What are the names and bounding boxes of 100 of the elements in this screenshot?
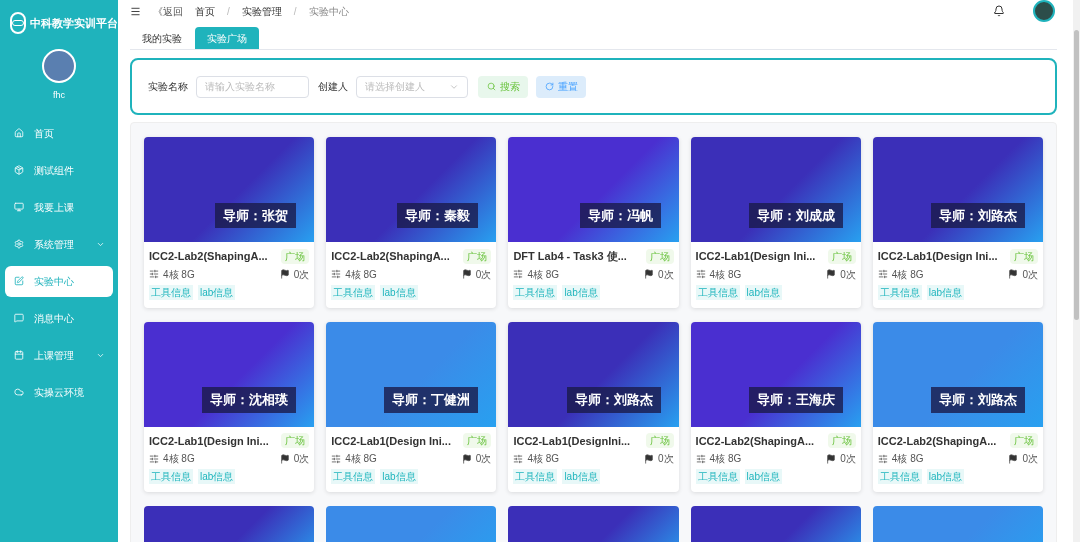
nav-item[interactable]: 实验中心 (5, 265, 113, 297)
usage-count: 0次 (658, 267, 674, 282)
search-button[interactable]: 搜索 (478, 75, 528, 98)
status-tag: 广场 (281, 433, 310, 449)
scrollbar[interactable] (1073, 0, 1080, 542)
flag-icon (1008, 453, 1019, 464)
info-tag[interactable]: lab信息 (926, 469, 965, 484)
input-field[interactable]: 请输入实验名称 (196, 75, 309, 98)
status-tag: 广场 (827, 248, 856, 264)
user-name: fhc (53, 89, 65, 102)
sliders-icon (695, 269, 706, 279)
breadcrumb-item[interactable]: 实验管理 (241, 3, 282, 19)
info-tag[interactable]: lab信息 (744, 469, 782, 484)
lab-card[interactable]: 导师：张贺 ICC2-Lab2(ShapingA... 广场 4核 8G 0次 工具信息 lab信息 (144, 137, 315, 308)
resource-spec: 4核 8G (891, 452, 924, 466)
back-link[interactable]: 《返回 (153, 3, 183, 19)
info-tag[interactable]: 工具信息 (695, 284, 740, 300)
tab[interactable]: 实验广场 (195, 27, 259, 49)
info-tag[interactable]: 工具信息 (331, 284, 376, 300)
card-title: ICC2-Lab1(Design Ini... (331, 433, 451, 449)
info-tag[interactable]: 工具信息 (149, 284, 193, 300)
flag-icon (461, 453, 472, 464)
sliders-icon (695, 453, 706, 464)
status-tag: 广场 (281, 248, 310, 264)
info-tag[interactable]: lab信息 (562, 284, 600, 300)
resource-spec: 4核 8G (709, 452, 742, 466)
reset-button[interactable]: 重置 (536, 75, 586, 98)
card-title: ICC2-Lab2(ShapingA... (149, 249, 268, 264)
breadcrumb-item[interactable]: 首页 (195, 3, 215, 19)
tutor-label: 导师：刘成成 (748, 202, 843, 228)
info-tag[interactable]: lab信息 (926, 284, 965, 300)
card-title: ICC2-Lab1(Design Ini... (695, 249, 816, 264)
breadcrumb-item: 实验中心 (308, 4, 349, 19)
status-tag: 广场 (463, 248, 492, 264)
flag-icon (826, 269, 837, 279)
info-tag[interactable]: 工具信息 (513, 469, 558, 484)
tutor-label: 导师：刘路杰 (931, 387, 1025, 413)
status-tag: 广场 (463, 433, 492, 449)
resource-spec: 4核 8G (527, 267, 560, 282)
tutor-label: 导师：刘路杰 (566, 387, 661, 413)
resource-spec: 4核 8G (527, 452, 560, 466)
nav-item[interactable]: 首页 (5, 117, 113, 149)
search-icon (486, 82, 496, 91)
info-tag[interactable]: 工具信息 (331, 469, 376, 484)
avatar (42, 49, 76, 83)
status-tag: 广场 (645, 433, 674, 449)
info-tag[interactable]: lab信息 (380, 469, 418, 484)
info-tag[interactable]: 工具信息 (513, 284, 558, 300)
lab-card[interactable]: 导师：刘成成 ICC2-Lab1(Design Ini... 广场 4核 8G 0次 工具信息 lab信息 (690, 137, 861, 308)
info-tag[interactable]: lab信息 (562, 469, 600, 484)
lab-card[interactable]: 导师：沈相瑛 ICC2-Lab1(Design Ini... 广场 4核 8G 0次 工具信息 lab信息 (144, 321, 315, 492)
nav-item[interactable]: 消息中心 (5, 302, 113, 334)
info-tag[interactable]: 工具信息 (149, 469, 193, 484)
card-title: ICC2-Lab2(ShapingA... (877, 433, 997, 449)
sliders-icon (149, 453, 159, 464)
info-tag[interactable]: lab信息 (198, 469, 236, 484)
sliders-icon (877, 269, 888, 279)
resource-spec: 4核 8G (345, 267, 377, 282)
lab-card[interactable]: 导师：刘路杰 ICC2-Lab2(ShapingA... 广场 4核 8G 0次 工具信息 lab信息 (872, 321, 1043, 492)
status-tag: 广场 (645, 248, 674, 264)
lab-card[interactable]: 导师：刘路杰 ICC2-Lab1(Design Ini... 广场 4核 8G 0次 工具信息 lab信息 (872, 137, 1043, 308)
resource-spec: 4核 8G (709, 267, 742, 282)
nav-item[interactable]: 我要上课 (5, 191, 113, 223)
nav-item[interactable]: 测试组件 (5, 154, 113, 186)
flag-icon (644, 269, 655, 279)
info-tag[interactable]: lab信息 (380, 284, 418, 300)
tutor-label: 导师：丁健洲 (384, 387, 479, 413)
info-tag[interactable]: 工具信息 (877, 284, 922, 300)
usage-count: 0次 (840, 267, 856, 282)
info-tag[interactable]: 工具信息 (877, 469, 922, 484)
usage-count: 0次 (1022, 452, 1038, 466)
lab-card[interactable]: 导师：丁健洲 ICC2-Lab1(Design Ini... 广场 4核 8G 0次 工具信息 lab信息 (326, 321, 497, 492)
flag-icon (826, 453, 837, 464)
breadcrumb-separator: / (227, 4, 230, 19)
notification-icon[interactable] (993, 5, 1005, 17)
nav-item[interactable]: 系统管理 (5, 228, 113, 260)
sliders-icon (513, 453, 524, 464)
lab-card[interactable]: 导师：秦毅 ICC2-Lab2(ShapingA... 广场 4核 8G 0次 工具信息 lab信息 (326, 137, 497, 308)
lab-card[interactable]: 导师：刘路杰 ICC2-Lab1(DesignIni... 广场 4核 8G 0次 工具信息 lab信息 (508, 321, 679, 492)
tutor-label: 导师：秦毅 (397, 202, 479, 228)
breadcrumb-separator: / (293, 4, 297, 19)
info-tag[interactable]: lab信息 (198, 284, 236, 300)
nav-item[interactable]: 实操云环境 (5, 376, 113, 408)
nav-item[interactable]: 上课管理 (5, 339, 113, 371)
info-tag[interactable]: 工具信息 (695, 469, 740, 484)
flag-icon (461, 269, 472, 279)
lab-card[interactable]: 导师：王海庆 ICC2-Lab2(ShapingA... 广场 4核 8G 0次 工具信息 lab信息 (690, 321, 861, 492)
field-label: 实验名称 (148, 80, 188, 94)
tab[interactable]: 我的实验 (130, 27, 194, 49)
usage-count: 0次 (475, 267, 492, 282)
resource-spec: 4核 8G (891, 267, 924, 282)
avatar[interactable] (1033, 0, 1055, 22)
flag-icon (279, 269, 290, 279)
usage-count: 0次 (840, 452, 856, 466)
tutor-label: 导师：沈相瑛 (202, 387, 297, 413)
usage-count: 0次 (293, 452, 310, 466)
sliders-icon (149, 269, 159, 279)
info-tag[interactable]: lab信息 (744, 284, 782, 300)
tutor-label: 导师：王海庆 (748, 387, 843, 413)
lab-card[interactable]: 导师：冯帆 DFT Lab4 - Task3 使... 广场 4核 8G 0次 工具信息 lab信息 (508, 137, 679, 308)
